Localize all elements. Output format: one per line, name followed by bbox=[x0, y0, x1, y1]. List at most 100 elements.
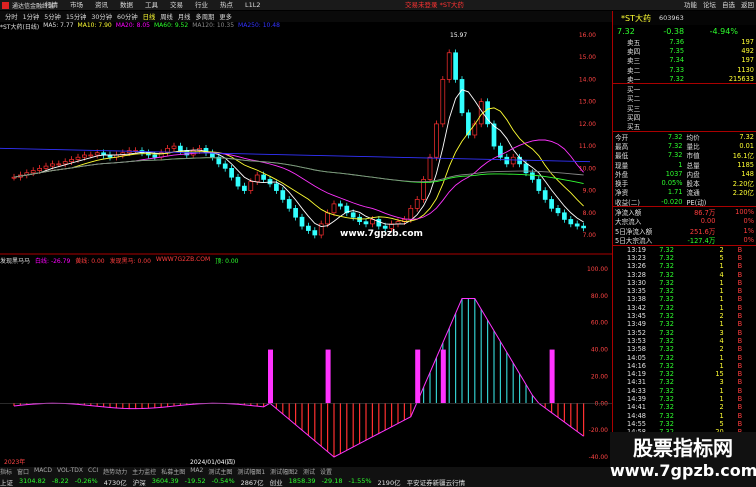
ask-row[interactable]: 卖三 7.34 197 bbox=[613, 56, 756, 65]
period-tab[interactable]: 日线 bbox=[143, 12, 156, 21]
flow-pct: 1% bbox=[743, 226, 754, 235]
menu-item[interactable]: 交易 bbox=[170, 0, 183, 10]
indicator-tab[interactable]: 测试 bbox=[303, 467, 315, 476]
indicator-tab[interactable]: 主力监控 bbox=[132, 467, 156, 476]
period-tab[interactable]: 更多 bbox=[219, 12, 232, 21]
indicator-tab[interactable]: 测试幅图2 bbox=[270, 467, 298, 476]
bid-row[interactable]: 买二 bbox=[613, 94, 756, 103]
trade-row: 13:45 7.32 2 B bbox=[613, 312, 756, 320]
trade-price: 7.32 bbox=[659, 411, 674, 420]
bid-row[interactable]: 买五 bbox=[613, 122, 756, 131]
stat-label: 收益(二) bbox=[615, 198, 640, 207]
trade-time: 14:33 bbox=[627, 386, 647, 395]
bid-row[interactable]: 买三 bbox=[613, 103, 756, 113]
alert-text[interactable]: 交易未登录 *ST大药 bbox=[405, 0, 464, 10]
kline-chart[interactable]: 16.00 15.00 14.00 13.00 12.00 11.00 10.00 9.00 8… bbox=[0, 30, 612, 255]
indicator-tab[interactable]: 指标 bbox=[0, 467, 12, 476]
last-price: 7.32 bbox=[617, 26, 635, 36]
ask-row[interactable]: 卖四 7.35 492 bbox=[613, 46, 756, 56]
candle-body bbox=[562, 212, 567, 220]
menu-item[interactable]: 热点 bbox=[220, 0, 233, 10]
period-tab[interactable]: 1分钟 bbox=[23, 12, 40, 21]
stat-value: 7.32 bbox=[667, 151, 683, 160]
bid-row[interactable]: 买一 bbox=[613, 84, 756, 94]
ask-price: 7.32 bbox=[669, 74, 685, 83]
indicator-tab[interactable]: CCI bbox=[88, 467, 98, 476]
indicator-tab[interactable]: VOL-TDX bbox=[57, 467, 83, 476]
window-button[interactable]: 论坛 bbox=[703, 0, 716, 10]
flow-pct: 100% bbox=[735, 207, 754, 216]
period-tab[interactable]: 5分钟 bbox=[44, 12, 61, 21]
trade-vol: 15 bbox=[715, 370, 724, 379]
flow-row: 大宗流入 0.00 0% bbox=[613, 217, 756, 226]
menu-item[interactable]: 工具 bbox=[145, 0, 158, 10]
indicator-tab[interactable]: MACD bbox=[34, 467, 52, 476]
period-tab[interactable]: 15分钟 bbox=[66, 12, 87, 21]
window-button[interactable]: 功能 bbox=[684, 0, 697, 10]
trade-dir: B bbox=[737, 395, 743, 404]
ask-row[interactable]: 卖二 7.33 1130 bbox=[613, 65, 756, 75]
indicator-tab[interactable]: 窗口 bbox=[17, 467, 29, 476]
candle-body bbox=[414, 199, 420, 209]
trade-time: 13:23 bbox=[627, 253, 647, 262]
trade-vol: 1 bbox=[719, 262, 724, 271]
candle-body bbox=[446, 52, 452, 80]
index-value: 3604.39 bbox=[151, 477, 179, 485]
stat-value: 0.05% bbox=[661, 179, 683, 188]
window-button[interactable]: 返回 bbox=[741, 0, 754, 10]
indicator-tab[interactable]: 设置 bbox=[320, 467, 332, 476]
candle-body bbox=[69, 159, 74, 163]
period-tab[interactable]: 分时 bbox=[5, 12, 18, 21]
menu-item[interactable]: 行情 bbox=[45, 0, 58, 10]
period-tab[interactable]: 60分钟 bbox=[117, 12, 138, 21]
indicator-chart[interactable]: 100.00 80.00 60.00 40.00 20.00 0.00 -20.00 -40.… bbox=[0, 255, 612, 467]
menu-item[interactable]: 数据 bbox=[120, 0, 133, 10]
index-value: 1858.39 bbox=[288, 477, 316, 485]
menu-item[interactable]: L1L2 bbox=[245, 0, 261, 10]
menu-item[interactable]: 市场 bbox=[70, 0, 83, 10]
trade-time: 14:39 bbox=[627, 395, 647, 404]
trade-dir: B bbox=[737, 345, 743, 354]
sub-y-tick: 60.00 bbox=[591, 320, 608, 327]
indicator-tab[interactable]: 测试幅图1 bbox=[237, 467, 265, 476]
flow-pct: 0% bbox=[743, 217, 754, 226]
candle-body bbox=[504, 156, 510, 165]
menu-item[interactable]: 行业 bbox=[195, 0, 208, 10]
indicator-tab[interactable]: MA2 bbox=[190, 467, 203, 476]
candle-body bbox=[549, 199, 554, 209]
period-tab[interactable]: 多周期 bbox=[195, 12, 214, 21]
flow-label: 5日大宗流入 bbox=[615, 236, 653, 245]
trade-time: 14:16 bbox=[627, 361, 647, 370]
menu-bar: 行情 市场 资讯 数据 工具 交易 行业 热点 L1L2 bbox=[45, 0, 273, 10]
ask-vol: 197 bbox=[741, 37, 754, 46]
trade-price: 7.32 bbox=[659, 295, 674, 304]
window-button[interactable]: 自选 bbox=[722, 0, 735, 10]
bid-row[interactable]: 买四 bbox=[613, 112, 756, 122]
trade-time: 14:05 bbox=[627, 353, 647, 362]
period-tab[interactable]: 30分钟 bbox=[91, 12, 112, 21]
stat-value: 2.20亿 bbox=[732, 189, 754, 198]
ask-price: 7.34 bbox=[669, 56, 685, 65]
period-tab[interactable]: 月线 bbox=[178, 12, 191, 21]
trade-row: 13:42 7.32 1 B bbox=[613, 304, 756, 312]
ask-row[interactable]: 卖五 7.36 197 bbox=[613, 37, 756, 47]
trade-price: 7.32 bbox=[659, 262, 674, 271]
signal-bar bbox=[325, 349, 331, 404]
index-pct: -1.55% bbox=[348, 477, 372, 485]
candle-body bbox=[408, 207, 414, 220]
menu-item[interactable]: 资讯 bbox=[95, 0, 108, 10]
trade-row: 13:35 7.32 1 B bbox=[613, 287, 756, 295]
indicator-tab[interactable]: 私募主图 bbox=[161, 467, 185, 476]
candle-body bbox=[261, 174, 266, 180]
indicator-tab[interactable]: 趋势动力 bbox=[103, 467, 127, 476]
trade-row: 14:31 7.32 3 B bbox=[613, 378, 756, 386]
index-value: 3104.82 bbox=[19, 477, 46, 485]
period-tab[interactable]: 周线 bbox=[160, 12, 173, 21]
trade-price: 7.32 bbox=[659, 328, 674, 337]
stat-row: 最高 7.32 量比 0.01 bbox=[613, 141, 756, 151]
ask-row[interactable]: 卖一 7.32 215633 bbox=[613, 74, 756, 84]
index-name: 创业 bbox=[269, 479, 283, 487]
main-y-tick: 14.00 bbox=[579, 76, 596, 83]
ask-vol: 492 bbox=[741, 46, 754, 55]
indicator-tab[interactable]: 测试主图 bbox=[208, 467, 232, 476]
